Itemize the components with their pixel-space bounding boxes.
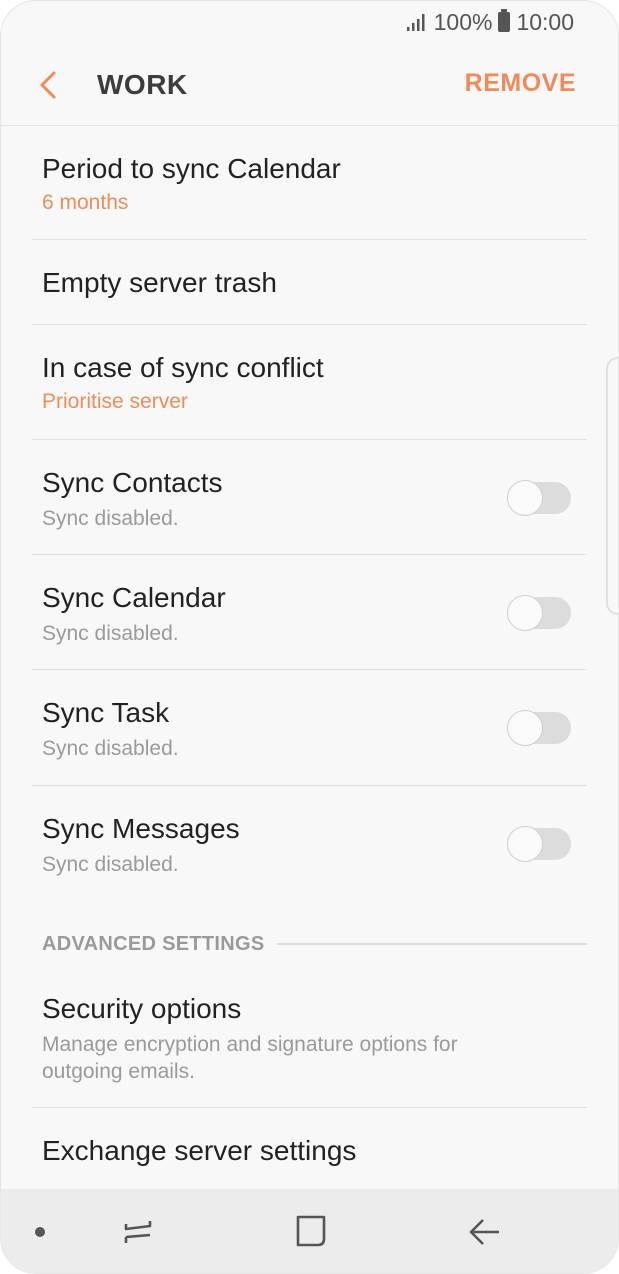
back-icon[interactable]	[467, 1215, 503, 1249]
scroll-indicator[interactable]	[606, 357, 618, 615]
setting-description-line2: outgoing emails.	[42, 1060, 195, 1083]
toggle-knob	[507, 710, 543, 746]
setting-security-options[interactable]: Security options Manage encryption and s…	[32, 969, 587, 1108]
settings-list: Period to sync Calendar 6 months Empty s…	[1, 126, 618, 901]
setting-title: Exchange server settings	[42, 1135, 357, 1166]
setting-status: Sync disabled.	[42, 737, 179, 760]
advanced-settings-header: ADVANCED SETTINGS	[42, 931, 587, 957]
home-icon[interactable]	[294, 1213, 328, 1249]
setting-title: Sync Messages	[42, 813, 240, 844]
battery-icon	[498, 9, 511, 32]
setting-title: Sync Calendar	[42, 582, 226, 613]
setting-status: Sync disabled.	[42, 622, 179, 645]
section-title: ADVANCED SETTINGS	[42, 932, 265, 955]
setting-sync-calendar[interactable]: Sync Calendar Sync disabled.	[32, 555, 587, 670]
setting-value: Prioritise server	[42, 390, 188, 413]
section-divider	[276, 943, 587, 945]
setting-sync-contacts[interactable]: Sync Contacts Sync disabled.	[32, 440, 587, 555]
back-arrow-icon[interactable]	[37, 69, 61, 101]
sync-messages-toggle[interactable]	[507, 826, 571, 862]
sync-task-toggle[interactable]	[507, 710, 571, 746]
app-bar: WORK REMOVE	[1, 45, 618, 126]
setting-value: 6 months	[42, 191, 129, 214]
setting-empty-server-trash[interactable]: Empty server trash	[32, 240, 587, 325]
setting-exchange-server-settings[interactable]: Exchange server settings	[32, 1108, 587, 1188]
navigation-bar	[1, 1189, 618, 1273]
setting-title: Security options	[42, 993, 242, 1024]
setting-title: In case of sync conflict	[42, 352, 324, 383]
sync-contacts-toggle[interactable]	[507, 480, 571, 516]
dot-icon	[35, 1227, 45, 1237]
advanced-settings-list: Security options Manage encryption and s…	[1, 969, 618, 1188]
setting-title: Sync Contacts	[42, 467, 223, 498]
setting-status: Sync disabled.	[42, 853, 179, 876]
remove-button[interactable]: REMOVE	[465, 69, 576, 98]
setting-title: Sync Task	[42, 697, 170, 728]
battery-percent: 100%	[433, 8, 493, 35]
clock: 10:00	[516, 8, 574, 35]
phone-screen: 100% 10:00 WORK REMOVE Period to sync Ca…	[0, 0, 619, 1274]
status-bar: 100% 10:00	[1, 1, 618, 45]
status-icons: 100% 10:00	[406, 7, 574, 37]
signal-icon	[406, 14, 425, 31]
setting-period-to-sync-calendar[interactable]: Period to sync Calendar 6 months	[32, 126, 587, 240]
sync-calendar-toggle[interactable]	[507, 595, 571, 631]
setting-description-line1: Manage encryption and signature options …	[42, 1033, 458, 1056]
page-title: WORK	[97, 69, 188, 100]
setting-title: Empty server trash	[42, 267, 277, 298]
setting-status: Sync disabled.	[42, 507, 179, 530]
recents-icon[interactable]	[121, 1215, 155, 1249]
setting-sync-conflict[interactable]: In case of sync conflict Prioritise serv…	[32, 325, 587, 440]
setting-sync-messages[interactable]: Sync Messages Sync disabled.	[32, 786, 587, 901]
toggle-knob	[507, 826, 543, 862]
setting-title: Period to sync Calendar	[42, 153, 341, 184]
toggle-knob	[507, 595, 543, 631]
setting-sync-task[interactable]: Sync Task Sync disabled.	[32, 670, 587, 786]
toggle-knob	[507, 480, 543, 516]
